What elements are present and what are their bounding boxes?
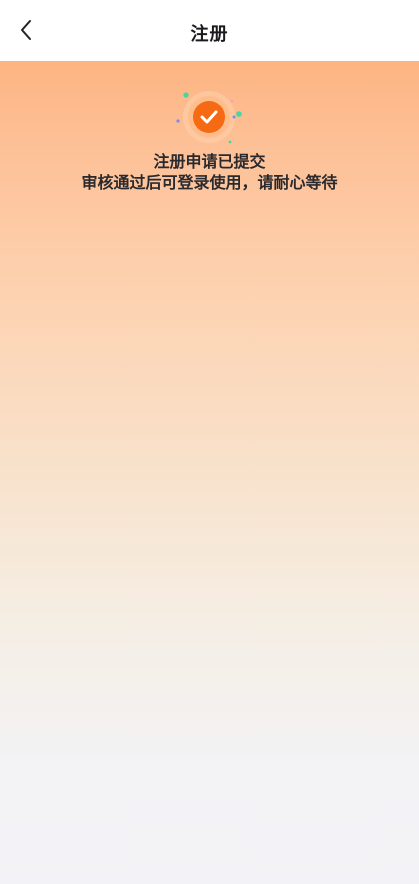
chevron-left-icon xyxy=(19,18,33,46)
success-badge xyxy=(170,73,250,153)
status-description: 审核通过后可登录使用，请耐心等待 xyxy=(81,173,338,192)
nav-bar: 注册 xyxy=(0,0,419,61)
page-title: 注册 xyxy=(190,24,229,45)
back-button[interactable] xyxy=(12,18,40,46)
check-circle-icon xyxy=(170,73,250,153)
content-area: 注册申请已提交 审核通过后可登录使用，请耐心等待 xyxy=(0,61,419,884)
status-title: 注册申请已提交 xyxy=(153,152,266,171)
status-message-block: 注册申请已提交 审核通过后可登录使用，请耐心等待 xyxy=(0,151,419,193)
